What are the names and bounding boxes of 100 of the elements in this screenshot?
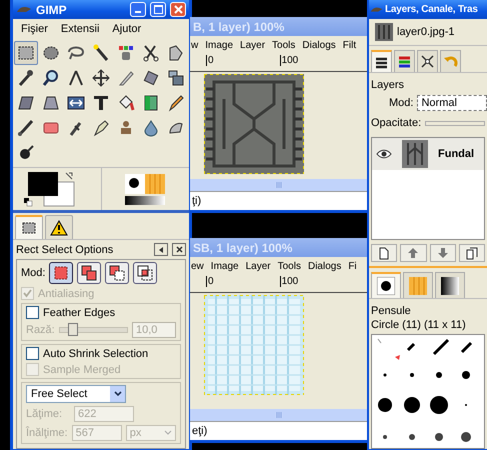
menu-item[interactable]: Ajutor	[112, 22, 142, 36]
rectangle-select-icon	[21, 220, 37, 236]
mode-button[interactable]	[49, 262, 74, 284]
lower-layer-button[interactable]	[430, 244, 456, 262]
layer-name: Fundal	[438, 148, 474, 160]
selection-mode-icon	[109, 265, 126, 281]
magic-wand-icon	[91, 43, 111, 63]
gradient-icon	[441, 276, 459, 294]
radius-label: Rază:	[26, 324, 55, 336]
ink-pen-icon	[91, 118, 111, 138]
scrollbar[interactable]	[190, 179, 367, 191]
new-layer-button[interactable]	[371, 244, 398, 262]
mode-label: Mod:	[389, 97, 414, 109]
mode-button[interactable]	[77, 262, 102, 284]
maximize-icon	[154, 5, 162, 14]
pencil-icon	[166, 93, 186, 113]
dock-tab[interactable]	[45, 215, 73, 239]
checkbox-label: Auto Shrink Selection	[43, 348, 148, 360]
eye-icon[interactable]	[376, 149, 392, 159]
window-title: GIMP	[36, 2, 68, 16]
mode-label: Mod:	[21, 267, 46, 279]
left-triangle-icon	[158, 246, 164, 252]
image-name[interactable]: layer0.jpg-1	[397, 26, 454, 38]
grip-icon	[276, 412, 282, 418]
layer-row[interactable]: Fundal	[372, 138, 484, 170]
menu-item[interactable]: ew	[191, 261, 204, 272]
eyedropper-icon	[16, 68, 36, 88]
undo-icon	[443, 54, 458, 69]
status-text: ţi)	[192, 195, 202, 207]
dock-tab[interactable]	[15, 215, 43, 239]
minimize-button[interactable]	[130, 2, 146, 17]
menu-item[interactable]: Fişier	[21, 22, 48, 36]
close-icon	[174, 5, 182, 14]
menu-button[interactable]	[154, 243, 168, 256]
selection-mode-icon	[137, 265, 154, 281]
brush-name: Circle (11) (11 x 11)	[370, 318, 467, 332]
raise-layer-button[interactable]	[400, 244, 426, 262]
checkbox-label: Feather Edges	[43, 306, 116, 318]
close-button[interactable]	[172, 243, 186, 256]
magnifier-icon	[41, 68, 61, 88]
selection-mode-icon	[53, 265, 70, 281]
panel-heading: Pensule	[370, 304, 412, 318]
close-icon	[176, 246, 182, 253]
down-arrow-icon	[438, 248, 448, 258]
menu-item[interactable]: Image	[210, 261, 239, 272]
mode-button[interactable]	[105, 262, 130, 284]
width-label: Lăţime:	[26, 408, 64, 420]
brush-icon	[16, 118, 36, 138]
menu-item[interactable]: Dialogs	[308, 261, 342, 272]
page-icon	[379, 246, 390, 260]
paths-icon	[420, 54, 435, 69]
menu-item[interactable]: Filt	[342, 40, 356, 51]
pages-icon	[466, 246, 478, 260]
menu-item[interactable]: Image	[205, 40, 234, 51]
panel-title: Rect Select Options	[16, 244, 114, 256]
tool-button[interactable]	[14, 41, 38, 65]
pattern-icon	[409, 276, 427, 294]
scale-icon	[166, 68, 186, 88]
warning-icon	[50, 220, 68, 236]
dock-tab[interactable]	[371, 50, 392, 72]
maximize-button[interactable]	[150, 2, 166, 17]
dock-tab[interactable]	[435, 272, 465, 298]
ruler-label: 100	[280, 55, 298, 66]
checkbox[interactable]	[26, 306, 39, 319]
menu-item[interactable]: Layer	[240, 40, 266, 51]
scrollbar[interactable]	[190, 409, 367, 421]
layers-icon	[374, 56, 389, 68]
menu-item[interactable]: Extensii	[60, 22, 100, 36]
panel-heading: Layers	[370, 78, 406, 93]
dock-tab[interactable]	[371, 272, 401, 298]
ruler-label: 100	[280, 276, 298, 287]
menu-item[interactable]: Fi	[348, 261, 357, 272]
checkbox-label: Sample Merged	[43, 364, 121, 376]
color-picker-icon	[116, 43, 136, 63]
menu-item[interactable]: w	[191, 40, 198, 51]
window-title: SB, 1 layer) 100%	[193, 240, 294, 254]
mode-dropdown[interactable]: Normal	[417, 95, 487, 111]
menu-item[interactable]: Tools	[278, 261, 301, 272]
menu-item[interactable]: Dialogs	[302, 40, 336, 51]
selection-mode-icon	[81, 265, 98, 281]
compass-icon	[66, 68, 86, 88]
app-icon	[370, 4, 383, 14]
menu-item[interactable]: Layer	[246, 261, 271, 272]
height-label: Înălţime:	[26, 427, 68, 439]
opacity-label: Opacitate:	[371, 117, 422, 129]
status-text: eţi)	[192, 425, 208, 437]
duplicate-layer-button[interactable]	[458, 244, 485, 262]
select-mode-dropdown[interactable]: Free Select	[26, 385, 126, 403]
mode-button[interactable]	[133, 262, 158, 284]
ruler-label: 0	[206, 276, 214, 287]
menu-item[interactable]: Tools	[272, 40, 296, 51]
minimize-icon	[135, 11, 141, 13]
window-title: B, 1 layer) 100%	[193, 20, 286, 34]
grip-icon	[276, 182, 282, 188]
dock-tab[interactable]	[394, 50, 415, 72]
window-title: Layers, Canale, Tras	[385, 4, 479, 15]
channels-icon	[397, 55, 412, 68]
checkbox[interactable]	[26, 347, 39, 360]
dock-tab[interactable]	[417, 50, 438, 72]
text-icon	[91, 93, 111, 113]
